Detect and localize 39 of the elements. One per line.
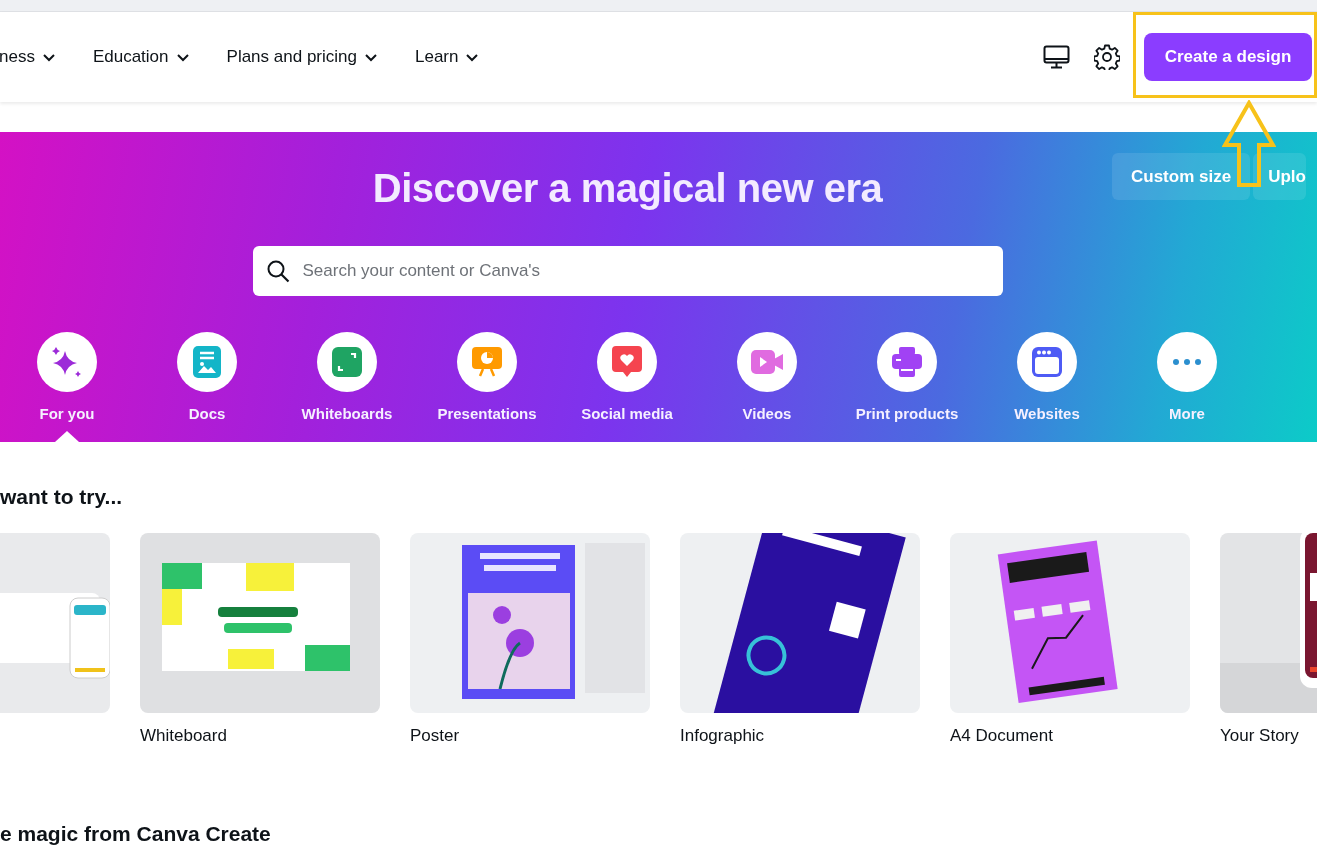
search-icon: [265, 259, 290, 283]
category-tab[interactable]: Presentations: [417, 332, 557, 442]
category-tab[interactable]: Whiteboards: [277, 332, 417, 442]
chevron-down-icon: [175, 52, 190, 62]
search-field[interactable]: Search your content or Canva's: [252, 246, 1003, 296]
category-tab[interactable]: For you: [0, 332, 137, 442]
printer-icon: [892, 347, 922, 377]
chevron-down-icon: [363, 52, 378, 62]
whiteboard-icon: [332, 347, 362, 377]
nav-menu-item[interactable]: Learn: [414, 43, 480, 71]
custom-size-button[interactable]: Custom size: [1112, 153, 1251, 200]
section-heading: want to try...: [0, 484, 124, 510]
design-type-label[interactable]: Your Story: [1220, 726, 1317, 748]
category-tab[interactable]: Social media: [557, 332, 697, 442]
design-type-label[interactable]: A4 Document: [950, 726, 1190, 748]
category-tab[interactable]: Docs: [137, 332, 277, 442]
heart-message-icon: [612, 346, 642, 378]
category-tab[interactable]: Print products: [837, 332, 977, 442]
presentation-icon: [472, 347, 502, 377]
more-icon: [1173, 359, 1201, 365]
design-type-label[interactable]: Whiteboard: [140, 726, 380, 748]
monitor-icon[interactable]: [1043, 45, 1070, 69]
design-type-label[interactable]: Poster: [410, 726, 650, 748]
nav-menu-item[interactable]: ness: [0, 43, 56, 71]
design-type-label[interactable]: Infographic: [680, 726, 920, 748]
chevron-down-icon: [465, 52, 480, 62]
category-tab[interactable]: Videos: [697, 332, 837, 442]
browser-window-icon: [1032, 347, 1062, 377]
nav-menu-item[interactable]: Education: [92, 43, 190, 71]
settings-icon[interactable]: [1094, 44, 1120, 70]
section-heading: e magic from Canva Create: [0, 822, 272, 846]
video-camera-icon: [751, 350, 783, 374]
selected-indicator: [55, 431, 79, 442]
category-tab[interactable]: Websites: [977, 332, 1117, 442]
chevron-down-icon: [41, 52, 56, 62]
create-design-button[interactable]: Create a design: [1144, 33, 1312, 81]
hero-title: Discover a magical new era: [372, 166, 883, 211]
nav-menu-item[interactable]: Plans and pricing: [226, 43, 378, 71]
document-icon: [193, 346, 221, 378]
